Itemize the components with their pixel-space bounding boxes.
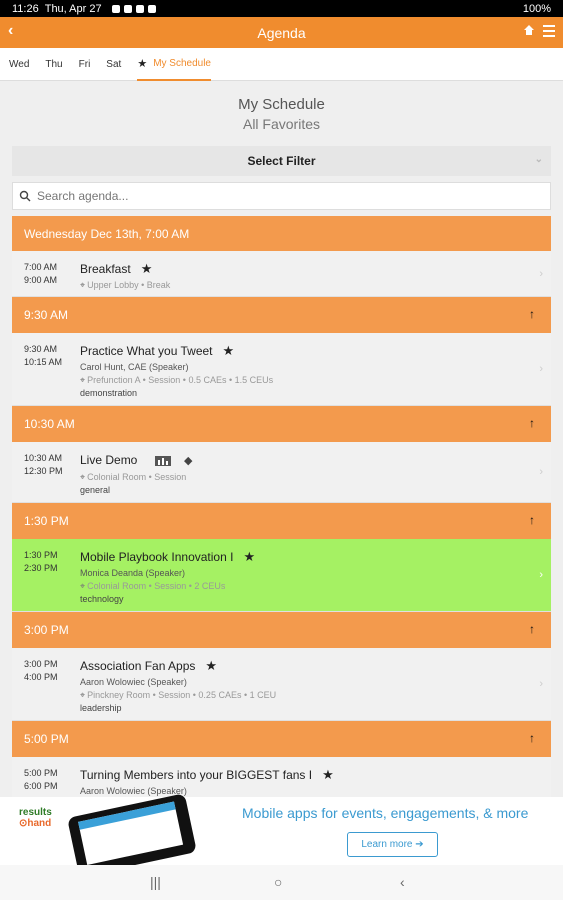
favorite-star-icon[interactable]: ★ [322, 767, 334, 782]
agenda-list: Wednesday Dec 13th, 7:00 AM 7:00 AM 9:00… [12, 216, 551, 817]
time-header[interactable]: 5:00 PM ↑ [12, 721, 551, 757]
day-tabs: Wed Thu Fri Sat ★ My Schedule [0, 48, 563, 81]
session-speaker: Monica Deanda (Speaker) [80, 568, 186, 578]
status-date: Thu, Apr 27 [44, 2, 102, 15]
resultsinhand-logo: results ⊙hand [19, 807, 52, 829]
tab-wed[interactable]: Wed [9, 48, 29, 81]
location-pin-icon: ⌖ [80, 280, 86, 290]
ticket-icon: ◆ [184, 455, 193, 467]
page-heading: My Schedule All Favorites [0, 96, 563, 132]
session-title: Practice What you Tweet ★ [80, 343, 235, 358]
poll-icon [154, 455, 171, 466]
session-row[interactable]: 9:30 AM 10:15 AM Practice What you Tweet… [12, 333, 551, 406]
chevron-right-icon: › [539, 466, 543, 478]
session-tag: leadership [80, 703, 122, 713]
tab-my-schedule[interactable]: ★ My Schedule [137, 48, 211, 81]
session-tag: technology [80, 594, 124, 604]
session-title: Turning Members into your BIGGEST fans I… [80, 767, 334, 782]
ad-banner[interactable]: results ⊙hand Mobile apps for events, en… [0, 793, 563, 877]
day-header: Wednesday Dec 13th, 7:00 AM [12, 216, 551, 251]
arrow-up-icon[interactable]: ↑ [529, 307, 535, 321]
home-icon[interactable] [523, 24, 535, 36]
favorite-star-icon[interactable]: ★ [205, 658, 217, 673]
session-tag: demonstration [80, 388, 138, 398]
status-bar: 11:26 Thu, Apr 27 100% [0, 0, 563, 17]
session-row[interactable]: 3:00 PM 4:00 PM Association Fan Apps ★ Aa… [12, 648, 551, 721]
session-info: Live Demo ◆ ⌖ Colonial Room • Session gen… [80, 452, 539, 495]
favorite-star-icon[interactable]: ★ [223, 343, 235, 358]
session-location: ⌖ Colonial Room • Session • 2 CEUs [80, 581, 226, 591]
search-input[interactable]: Search agenda... [12, 182, 551, 210]
select-filter-button[interactable]: Select Filter ⌄ [12, 146, 551, 176]
session-tag: general [80, 485, 111, 495]
menu-icon[interactable] [543, 25, 555, 37]
home-nav-icon[interactable]: ○ [274, 874, 282, 890]
banner-tagline: Mobile apps for events, engagements, & m… [242, 805, 529, 821]
learn-more-button[interactable]: Learn more ➔ [347, 832, 438, 857]
session-title: Mobile Playbook Innovation I ★ [80, 549, 256, 564]
session-row[interactable]: 1:30 PM 2:30 PM Mobile Playbook Innovati… [12, 539, 551, 612]
session-info: Breakfast ★ ⌖ Upper Lobby • Break [80, 261, 539, 290]
search-icon [19, 190, 31, 202]
session-title: Breakfast ★ [80, 261, 153, 276]
tab-sat[interactable]: Sat [106, 48, 121, 81]
session-row[interactable]: 7:00 AM 9:00 AM Breakfast ★ ⌖ Upper Lobby … [12, 251, 551, 297]
android-nav-bar: ||| ○ ‹ [0, 865, 563, 900]
session-title: Live Demo ◆ [80, 453, 193, 467]
arrow-up-icon[interactable]: ↑ [529, 416, 535, 430]
session-times: 9:30 AM 10:15 AM [24, 344, 63, 367]
arrow-up-icon[interactable]: ↑ [529, 513, 535, 527]
chevron-right-icon: › [539, 678, 543, 690]
page-title: My Schedule [238, 96, 325, 113]
back-nav-icon[interactable]: ‹ [400, 874, 405, 890]
tab-thu[interactable]: Thu [45, 48, 62, 81]
status-icons [111, 4, 156, 13]
chevron-right-icon: › [539, 363, 543, 375]
page-subtitle: All Favorites [242, 116, 321, 132]
time-header[interactable]: 1:30 PM ↑ [12, 503, 551, 539]
location-pin-icon: ⌖ [80, 472, 86, 482]
favorite-star-icon[interactable]: ★ [141, 261, 153, 276]
recents-icon[interactable]: ||| [150, 874, 161, 890]
session-title: Association Fan Apps ★ [80, 658, 218, 673]
back-icon[interactable]: ‹ [8, 22, 13, 40]
app-bar: ‹ Agenda [0, 17, 563, 48]
chevron-down-icon: ⌄ [534, 154, 543, 165]
chevron-right-icon: › [539, 569, 543, 581]
filter-label: Select Filter [247, 154, 316, 168]
session-location: ⌖ Prefunction A • Session • 0.5 CAEs • 1.… [80, 375, 274, 385]
session-times: 3:00 PM 4:00 PM [24, 659, 58, 682]
status-time: 11:26 [12, 2, 39, 15]
location-pin-icon: ⌖ [80, 690, 86, 700]
time-header[interactable]: 3:00 PM ↑ [12, 612, 551, 648]
session-speaker: Aaron Wolowiec (Speaker) [80, 677, 187, 687]
session-info: Mobile Playbook Innovation I ★ Monica Dea… [80, 549, 539, 604]
session-times: 10:30 AM 12:30 PM [24, 453, 63, 476]
battery-label: 100% [522, 2, 551, 15]
tab-fri[interactable]: Fri [79, 48, 91, 81]
session-speaker: Carol Hunt, CAE (Speaker) [80, 362, 189, 372]
location-pin-icon: ⌖ [80, 581, 86, 591]
session-info: Association Fan Apps ★ Aaron Wolowiec (Sp… [80, 658, 539, 713]
session-location: ⌖ Pinckney Room • Session • 0.25 CAEs • 1… [80, 690, 277, 700]
star-icon: ★ [137, 57, 148, 70]
app-root: 11:26 Thu, Apr 27 100% ‹ Agenda Wed Thu … [0, 0, 563, 900]
session-info: Practice What you Tweet ★ Carol Hunt, CAE… [80, 343, 539, 398]
time-header[interactable]: 10:30 AM ↑ [12, 406, 551, 442]
session-times: 1:30 PM 2:30 PM [24, 550, 58, 573]
arrow-up-icon[interactable]: ↑ [529, 731, 535, 745]
session-times: 7:00 AM 9:00 AM [24, 262, 58, 285]
favorite-star-icon[interactable]: ★ [243, 549, 255, 564]
search-placeholder: Search agenda... [37, 189, 129, 203]
location-pin-icon: ⌖ [80, 375, 86, 385]
app-title: Agenda [257, 24, 306, 41]
chevron-right-icon: › [539, 267, 543, 280]
session-row[interactable]: 10:30 AM 12:30 PM Live Demo ◆ ⌖ Colonial … [12, 442, 551, 503]
time-header[interactable]: 9:30 AM ↑ [12, 297, 551, 333]
session-location: ⌖ Upper Lobby • Break [80, 280, 171, 290]
arrow-up-icon[interactable]: ↑ [529, 622, 535, 636]
session-location: ⌖ Colonial Room • Session [80, 472, 187, 482]
